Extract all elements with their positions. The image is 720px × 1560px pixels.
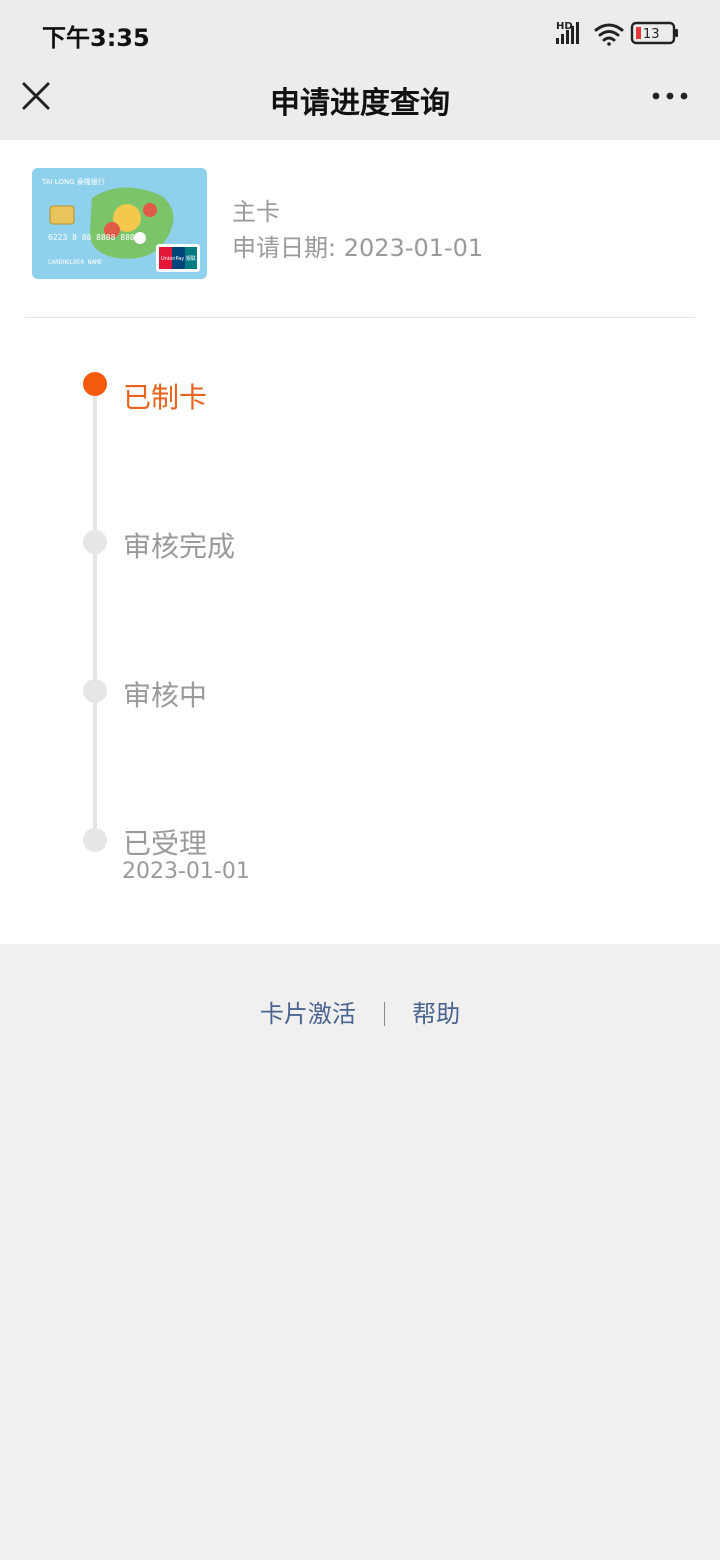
card-brand: UnionPay 银联 [161,255,196,262]
status-time: 下午3:35 [42,24,150,52]
activate-card-link[interactable]: 卡片激活 [260,1000,356,1028]
step-reviewing: 审核中 [123,679,208,712]
card-info: TAI LONG 泰隆银行 6223 8 88 8888 8888 CARDHO… [0,140,720,318]
timeline-line [93,386,97,836]
card-holder: CARDHOLDER NAME [48,259,103,266]
apply-date: 申请日期: 2023-01-01 [232,234,484,262]
step-accepted: 已受理 [123,827,208,860]
page-title: 申请进度查询 [270,86,450,121]
card-type: 主卡 [232,198,280,226]
nav-bar: 申请进度查询 [0,62,720,140]
step-accepted-date: 2023-01-01 [122,859,250,884]
credit-card-illustration: TAI LONG 泰隆银行 6223 8 88 8888 8888 CARDHO… [32,168,207,279]
card-image: TAI LONG 泰隆银行 6223 8 88 8888 8888 CARDHO… [32,168,207,279]
footer-links: 卡片激活 帮助 [0,994,720,1029]
card-number: 6223 8 88 8888 8888 [48,233,140,242]
network-label: HD [556,21,573,32]
help-link[interactable]: 帮助 [412,1000,460,1028]
timeline-dot-active [83,372,107,396]
card-bank: TAI LONG 泰隆银行 [41,177,105,186]
battery-icon: 13 [630,21,678,45]
timeline-dot [83,530,107,554]
timeline-dot [83,828,107,852]
progress-timeline: 已制卡 审核完成 审核中 已受理 2023-01-01 [0,318,720,944]
wifi-icon [594,23,624,46]
status-bar: 下午3:35 HD 13 [0,0,720,62]
link-separator [383,1002,385,1026]
timeline-dot [83,679,107,703]
step-review-done: 审核完成 [123,530,236,563]
battery-level: 13 [643,27,660,42]
step-made-card: 已制卡 [123,381,208,414]
progress-panel: TAI LONG 泰隆银行 6223 8 88 8888 8888 CARDHO… [0,140,720,944]
status-icons: HD 13 [556,21,678,46]
more-icon[interactable] [650,84,690,108]
